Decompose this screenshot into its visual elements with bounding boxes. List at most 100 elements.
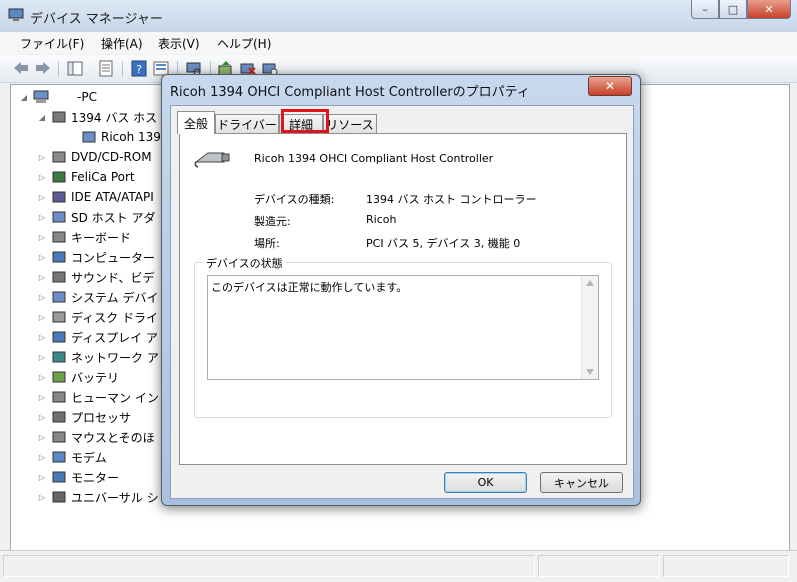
status-pane [3, 555, 535, 577]
device-category-icon [52, 271, 66, 283]
collapse-arrow-icon[interactable]: ◢ [19, 93, 29, 102]
menu-bar: ファイル(F) 操作(A) 表示(V) ヘルプ(H) [0, 32, 797, 54]
status-scrollbar[interactable] [581, 276, 598, 379]
tree-root-label: -PC [77, 90, 97, 104]
expand-arrow-icon[interactable]: ▷ [37, 473, 47, 482]
device-type-value: 1394 バス ホスト コントローラー [366, 193, 537, 206]
minimize-button[interactable]: – [691, 0, 719, 19]
tree-item-label: モニター [71, 470, 120, 485]
dialog-title: Ricoh 1394 OHCI Compliant Host Controlle… [170, 85, 530, 100]
expand-arrow-icon[interactable]: ▷ [37, 493, 47, 502]
tree-category[interactable]: ▷ モニター [37, 467, 119, 487]
tree-category[interactable]: ▷ バッテリ [37, 367, 119, 387]
tree-category[interactable]: ▷ モデム [37, 447, 107, 467]
expand-arrow-icon[interactable]: ▷ [37, 373, 47, 382]
tree-category[interactable]: ▷ ヒューマン イン [37, 387, 159, 407]
device-status-textbox[interactable]: このデバイスは正常に動作しています。 [207, 275, 599, 380]
expand-arrow-icon[interactable]: ▷ [37, 433, 47, 442]
tree-category[interactable]: ▷ IDE ATA/ATAPI [37, 187, 154, 207]
maximize-button[interactable]: □ [719, 0, 747, 19]
properties-dialog: Ricoh 1394 OHCI Compliant Host Controlle… [161, 74, 641, 506]
tab-driver[interactable]: ドライバー [215, 114, 279, 133]
menu-action[interactable]: 操作(A) [101, 35, 143, 52]
show-hide-tree-icon[interactable] [66, 60, 84, 77]
expand-arrow-icon[interactable]: ▷ [37, 193, 47, 202]
tree-category[interactable]: ▷ ネットワーク ア [37, 347, 159, 367]
expand-arrow-icon[interactable]: ▷ [37, 313, 47, 322]
device-category-icon [52, 311, 66, 323]
manufacturer-value: Ricoh [366, 213, 397, 226]
tree-category[interactable]: ▷ サウンド、ビデ [37, 267, 155, 287]
toolbar-separator [122, 61, 123, 77]
tree-category[interactable]: ▷ プロセッサ [37, 407, 131, 427]
tree-category[interactable]: ▷ SD ホスト アダ [37, 207, 156, 227]
device-category-icon [52, 191, 66, 203]
tree-category[interactable]: ▷ キーボード [37, 227, 131, 247]
tree-item-label: システム デバイ [71, 290, 159, 305]
expand-arrow-icon[interactable]: ▷ [37, 293, 47, 302]
tree-category[interactable]: ▷ ディスク ドライ [37, 307, 158, 327]
dialog-close-button[interactable]: ✕ [588, 76, 632, 96]
tree-item-label: Ricoh 1394 [101, 130, 169, 144]
expand-arrow-icon[interactable]: ▷ [37, 353, 47, 362]
device-category-icon [52, 171, 66, 183]
status-bar [0, 550, 797, 582]
scroll-up-icon[interactable] [586, 280, 594, 286]
expand-arrow-icon[interactable]: ▷ [37, 393, 47, 402]
close-button[interactable]: ✕ [747, 0, 791, 19]
tree-category[interactable]: ◢ 1394 バス ホス [37, 107, 157, 127]
expand-arrow-icon[interactable]: ▷ [37, 413, 47, 422]
tree-child-item[interactable]: Ricoh 1394 [67, 127, 169, 147]
tree-category[interactable]: ▷ ディスプレイ ア [37, 327, 158, 347]
svg-text:?: ? [136, 63, 142, 76]
status-pane [538, 555, 660, 577]
menu-view[interactable]: 表示(V) [158, 35, 200, 52]
tree-item-label: コンピューター [71, 250, 156, 265]
device-category-icon [82, 131, 96, 143]
tree-item-label: サウンド、ビデ [71, 270, 155, 285]
title-bar[interactable]: デバイス マネージャー – □ ✕ [0, 0, 797, 33]
tree-item-label: 1394 バス ホス [71, 110, 158, 125]
tree-item-label: プロセッサ [71, 410, 132, 425]
back-icon[interactable] [12, 60, 30, 77]
tree-category[interactable]: ▷ DVD/CD-ROM [37, 147, 152, 167]
help-icon[interactable]: ? [130, 60, 148, 77]
device-status-group: デバイスの状態 このデバイスは正常に動作しています。 [194, 255, 612, 418]
forward-icon[interactable] [34, 60, 52, 77]
expand-arrow-icon[interactable]: ▷ [37, 453, 47, 462]
expand-arrow-icon[interactable]: ▷ [37, 333, 47, 342]
tree-category[interactable]: ▷ コンピューター [37, 247, 155, 267]
location-label: 場所: [254, 237, 280, 250]
tree-category[interactable]: ▷ FeliCa Port [37, 167, 135, 187]
expand-arrow-icon[interactable]: ▷ [37, 253, 47, 262]
tree-root[interactable]: ◢ -PC [19, 87, 97, 107]
computer-icon [33, 90, 49, 103]
device-status-text: このデバイスは正常に動作しています。 [211, 281, 408, 294]
tab-general[interactable]: 全般 [177, 111, 215, 134]
expand-arrow-icon[interactable]: ▷ [37, 233, 47, 242]
menu-help[interactable]: ヘルプ(H) [217, 35, 271, 52]
ok-button[interactable]: OK [444, 472, 527, 493]
expand-arrow-icon[interactable]: ▷ [37, 173, 47, 182]
expand-arrow-icon[interactable]: ▷ [37, 153, 47, 162]
tree-item-label: ディスプレイ ア [71, 330, 158, 345]
properties-icon[interactable] [97, 60, 115, 77]
tree-category[interactable]: ▷ ユニバーサル シ [37, 487, 159, 507]
menu-file[interactable]: ファイル(F) [20, 35, 84, 52]
window-title: デバイス マネージャー [30, 12, 163, 27]
tree-category[interactable]: ▷ マウスとそのほ [37, 427, 155, 447]
expand-arrow-icon[interactable]: ▷ [37, 213, 47, 222]
tab-resources[interactable]: リソース [323, 114, 377, 133]
firewire-icon [194, 152, 230, 168]
tab-highlight-box [281, 109, 329, 133]
tree-item-label: ディスク ドライ [71, 310, 158, 325]
device-name: Ricoh 1394 OHCI Compliant Host Controlle… [254, 152, 494, 165]
device-category-icon [52, 291, 66, 303]
device-category-icon [52, 471, 66, 483]
tree-category[interactable]: ▷ システム デバイ [37, 287, 159, 307]
expand-arrow-icon[interactable]: ▷ [37, 273, 47, 282]
cancel-button[interactable]: キャンセル [540, 472, 623, 493]
collapse-arrow-icon[interactable]: ◢ [37, 113, 47, 122]
general-tab-panel: Ricoh 1394 OHCI Compliant Host Controlle… [179, 133, 627, 465]
scroll-down-icon[interactable] [586, 369, 594, 375]
